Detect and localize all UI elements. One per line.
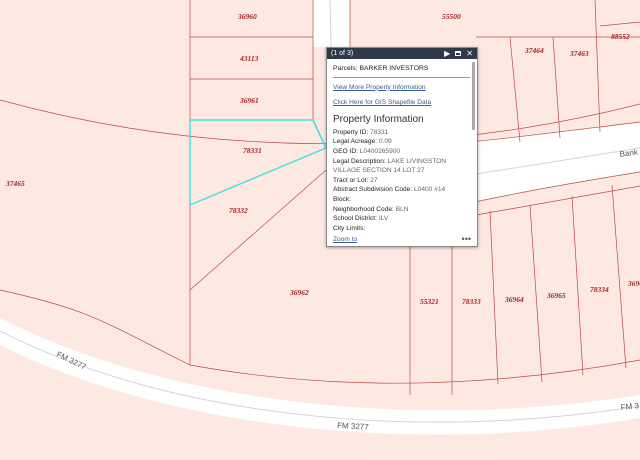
field-geo-id: GEO ID: L0400265900	[333, 147, 401, 155]
popup-header: (1 of 3) ▶ ✕	[327, 48, 477, 59]
field-city: City Limits:	[333, 224, 366, 232]
field-abstract: Abstract Subdivision Code: L0400 #14	[333, 186, 446, 194]
parcel-label-36961: 36961	[239, 96, 259, 105]
parcel-label-37465: 37465	[5, 179, 25, 188]
parcel-label-36964: 36964	[504, 295, 524, 304]
field-property-id: Property ID: 78331	[333, 128, 389, 136]
parcel-label-37463: 37463	[569, 49, 589, 58]
parcel-label-88552: 88552	[611, 32, 630, 41]
parcel-label-55321: 55321	[420, 297, 439, 306]
more-actions-icon[interactable]: •••	[462, 234, 471, 244]
close-icon[interactable]: ✕	[466, 48, 473, 59]
field-block: Block:	[333, 195, 351, 203]
identify-popup: (1 of 3) ▶ ✕ Parcels: BARKER INVESTORS V…	[326, 47, 478, 247]
section-title: Property Information	[333, 113, 424, 125]
popup-scrollbar[interactable]	[472, 62, 475, 130]
view-more-link[interactable]: View More Property Information	[333, 83, 470, 93]
popup-pager: (1 of 3)	[331, 50, 354, 57]
parcel-label-55500: 55500	[442, 12, 461, 21]
field-school: School District: ILV	[333, 215, 389, 223]
parcel-label-36965: 36965	[546, 291, 566, 300]
field-neighborhood: Neighborhood Code: BLN	[333, 205, 409, 213]
zoom-to-link[interactable]: Zoom to	[333, 236, 357, 243]
parcel-label-36966: 36966	[627, 279, 640, 288]
parcel-label-36960: 36960	[237, 12, 257, 21]
parcel-label-78332: 78332	[229, 206, 248, 215]
parcel-map[interactable]: 36960 55500 88552 43113 37464 37463 3696…	[0, 0, 640, 460]
parcel-label-43113: 43113	[239, 54, 259, 63]
parcel-label-36962: 36962	[289, 288, 309, 297]
parcel-label-78331: 78331	[243, 146, 262, 155]
parcel-label-37464: 37464	[524, 46, 544, 55]
map-background	[0, 0, 640, 460]
popup-body: Parcels: BARKER INVESTORS View More Prop…	[327, 60, 477, 246]
popup-title: Parcels: BARKER INVESTORS	[333, 64, 470, 78]
popup-footer: Zoom to •••	[333, 234, 471, 244]
shapefile-link[interactable]: Click Here for GIS Shapefile Data	[333, 98, 470, 108]
field-tract: Tract or Lot: 27	[333, 176, 378, 184]
maximize-icon[interactable]	[455, 51, 462, 56]
road-strip	[313, 0, 350, 47]
parcel-label-78334: 78334	[590, 285, 609, 294]
parcel-label-78333: 78333	[462, 297, 481, 306]
field-legal-description: Legal Description: LAKE LIVINGSTON VILLA…	[333, 157, 447, 175]
road-label-fm-3277-bottom: FM 3277	[337, 421, 370, 432]
field-acreage: Legal Acreage: 0.09	[333, 138, 392, 146]
next-feature-icon[interactable]: ▶	[444, 48, 450, 59]
